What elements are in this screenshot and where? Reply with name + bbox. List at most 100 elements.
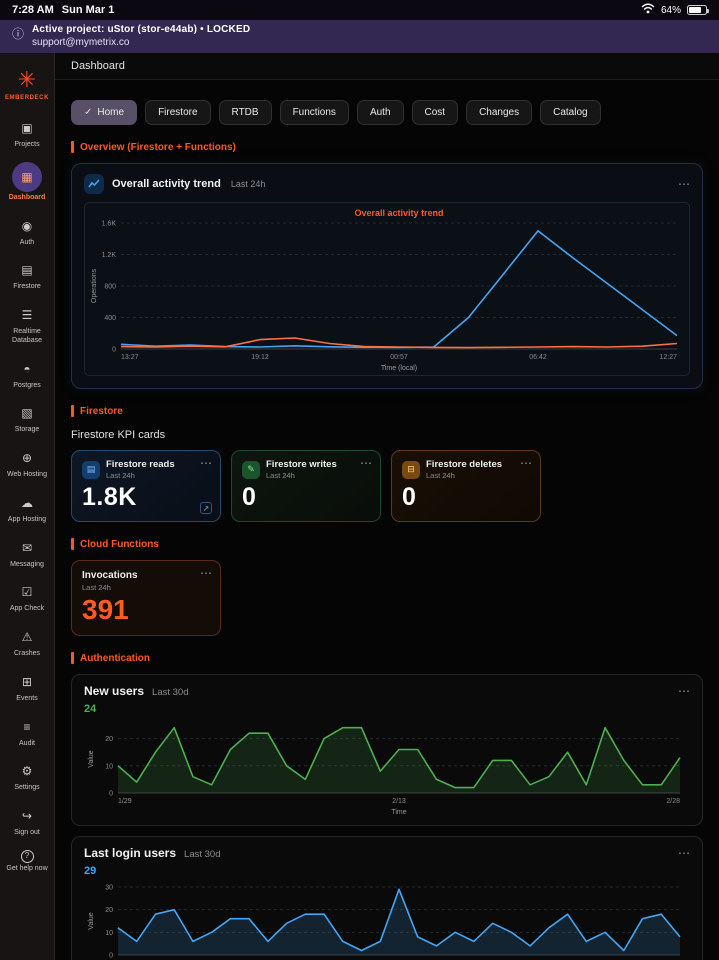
card-menu-button[interactable]: ⋯ [678,847,690,859]
new-users-chart: 010201/292/132/28TimeValue [84,717,690,817]
sidebar-item-events[interactable]: ⊞ Events [0,665,54,710]
kpi-card-row: ▤ Firestore reads Last 24h 1.8K ⋯ ↗ ✎ [71,450,703,522]
sidebar-item-messaging[interactable]: ✉ Messaging [0,531,54,576]
sidebar-item-projects[interactable]: ▣ Projects [0,111,54,156]
battery-percent: 64% [661,5,681,16]
sidebar-item-label: Messaging [10,561,44,570]
section-title: Overview (Firestore + Functions) [80,142,236,153]
sidebar-item-storage[interactable]: ▧ Storage [0,396,54,441]
sidebar-item-web-hosting[interactable]: ⊕ Web Hosting [0,441,54,486]
sidebar-item-app-hosting[interactable]: ☁ App Hosting [0,486,54,531]
svg-text:19:12: 19:12 [251,354,269,361]
section-accent-bar [71,141,74,153]
battery-icon [687,5,707,15]
sign-out-icon: ↪ [14,805,40,827]
overall-activity-chart: 04008001.2K1.6K13:2719:1200:5706:4212:27… [87,205,687,373]
kpi-title: Firestore writes [266,459,337,470]
sidebar-item-crashes[interactable]: ⚠ Crashes [0,620,54,665]
sidebar-item-label: Events [16,695,37,704]
sidebar-item-sign-out[interactable]: ↪ Sign out [0,799,54,844]
tab-changes[interactable]: Changes [466,100,532,125]
sidebar-item-label: Audit [19,740,35,749]
svg-text:2/28: 2/28 [666,798,680,805]
tab-label: Functions [293,107,336,118]
kpi-card-firestore-deletes: ⊟ Firestore deletes Last 24h 0 ⋯ [391,450,541,522]
card-menu-button[interactable]: ⋯ [360,457,372,469]
help-icon: ? [21,850,34,863]
tab-functions[interactable]: Functions [280,100,349,125]
last-login-users-chart: 01020301/292/132/28TimeValue [84,879,690,960]
section-overview: Overview (Firestore + Functions) [71,141,703,153]
card-menu-button[interactable]: ⋯ [520,457,532,469]
external-link-icon[interactable]: ↗ [200,502,212,514]
card-title: Last login users [84,846,176,860]
section-cloud-functions: Cloud Functions [71,538,703,550]
wifi-icon [641,3,655,17]
tab-label: Firestore [158,107,197,118]
sidebar-item-label: Dashboard [9,194,46,203]
section-accent-bar [71,652,74,664]
trend-chart-icon [84,174,104,194]
clock-date: Sun Mar 1 [62,4,115,16]
tab-auth[interactable]: Auth [357,100,404,125]
card-subtitle: Last 24h [231,179,266,189]
kpi-title: Invocations [82,570,210,581]
sidebar: ✳ EMBERDECK ▣ Projects ▦ Dashboard ◉ Aut… [0,53,55,960]
main-content: Dashboard ✓ Home Firestore RTDB Function… [55,53,719,960]
sidebar-item-postgres[interactable]: ◓ Postgres [0,352,54,397]
section-firestore: Firestore [71,405,703,417]
warning-icon: ⚠ [14,626,40,648]
section-title: Authentication [80,653,150,664]
card-menu-button[interactable]: ⋯ [200,567,212,579]
svg-text:Time: Time [391,809,406,816]
sidebar-item-label: Postgres [13,382,41,391]
tab-label: Catalog [553,107,587,118]
sidebar-item-firestore[interactable]: ▤ Firestore [0,253,54,298]
kpi-subtitle: Last 24h [426,471,502,480]
sidebar-item-realtime-database[interactable]: ☰ Realtime Database [0,298,54,352]
sidebar-item-dashboard[interactable]: ▦ Dashboard [0,156,54,209]
card-subtitle: Last 30d [184,849,220,860]
sidebar-item-settings[interactable]: ⚙ Settings [0,754,54,799]
card-menu-button[interactable]: ⋯ [678,685,690,697]
tab-firestore[interactable]: Firestore [145,100,210,125]
sidebar-item-label: Storage [15,426,40,435]
kpi-subtitle: Last 24h [266,471,337,480]
sidebar-item-label: Auth [20,239,34,248]
shield-check-icon: ☑ [14,581,40,603]
card-subtitle: Last 30d [152,687,188,698]
sidebar-item-auth[interactable]: ◉ Auth [0,209,54,254]
pencil-icon: ✎ [242,461,260,479]
sidebar-item-get-help[interactable]: ? Get help now [0,844,54,880]
check-icon: ✓ [84,107,92,118]
kpi-title: Firestore deletes [426,459,502,470]
kpi-card-firestore-writes: ✎ Firestore writes Last 24h 0 ⋯ [231,450,381,522]
info-icon: ⓘ [12,25,24,42]
folder-icon: ▣ [14,117,40,139]
svg-text:00:57: 00:57 [390,354,408,361]
tab-cost[interactable]: Cost [412,100,459,125]
card-menu-button[interactable]: ⋯ [200,457,212,469]
sidebar-item-app-check[interactable]: ☑ App Check [0,575,54,620]
tab-home[interactable]: ✓ Home [71,100,137,125]
kpi-subtitle: Last 24h [106,471,175,480]
app-name: EMBERDECK [2,95,52,101]
section-accent-bar [71,538,74,550]
card-menu-button[interactable]: ⋯ [678,178,690,190]
tab-catalog[interactable]: Catalog [540,100,600,125]
tab-label: RTDB [232,107,259,118]
svg-text:2/13: 2/13 [392,798,406,805]
svg-text:0: 0 [109,791,113,798]
sidebar-item-audit[interactable]: ≡ Audit [0,710,54,755]
kpi-value: 1.8K [82,483,210,512]
clock-time: 7:28 AM [12,4,54,16]
svg-text:400: 400 [104,315,116,322]
tab-rtdb[interactable]: RTDB [219,100,272,125]
svg-text:13:27: 13:27 [121,354,139,361]
database-icon: ☰ [14,304,40,326]
dashboard-grid-icon: ▦ [12,162,42,192]
app-logo: ✳ EMBERDECK [0,61,54,111]
users-icon: ◉ [14,215,40,237]
svg-text:1/29: 1/29 [118,798,132,805]
svg-text:0: 0 [109,953,113,960]
